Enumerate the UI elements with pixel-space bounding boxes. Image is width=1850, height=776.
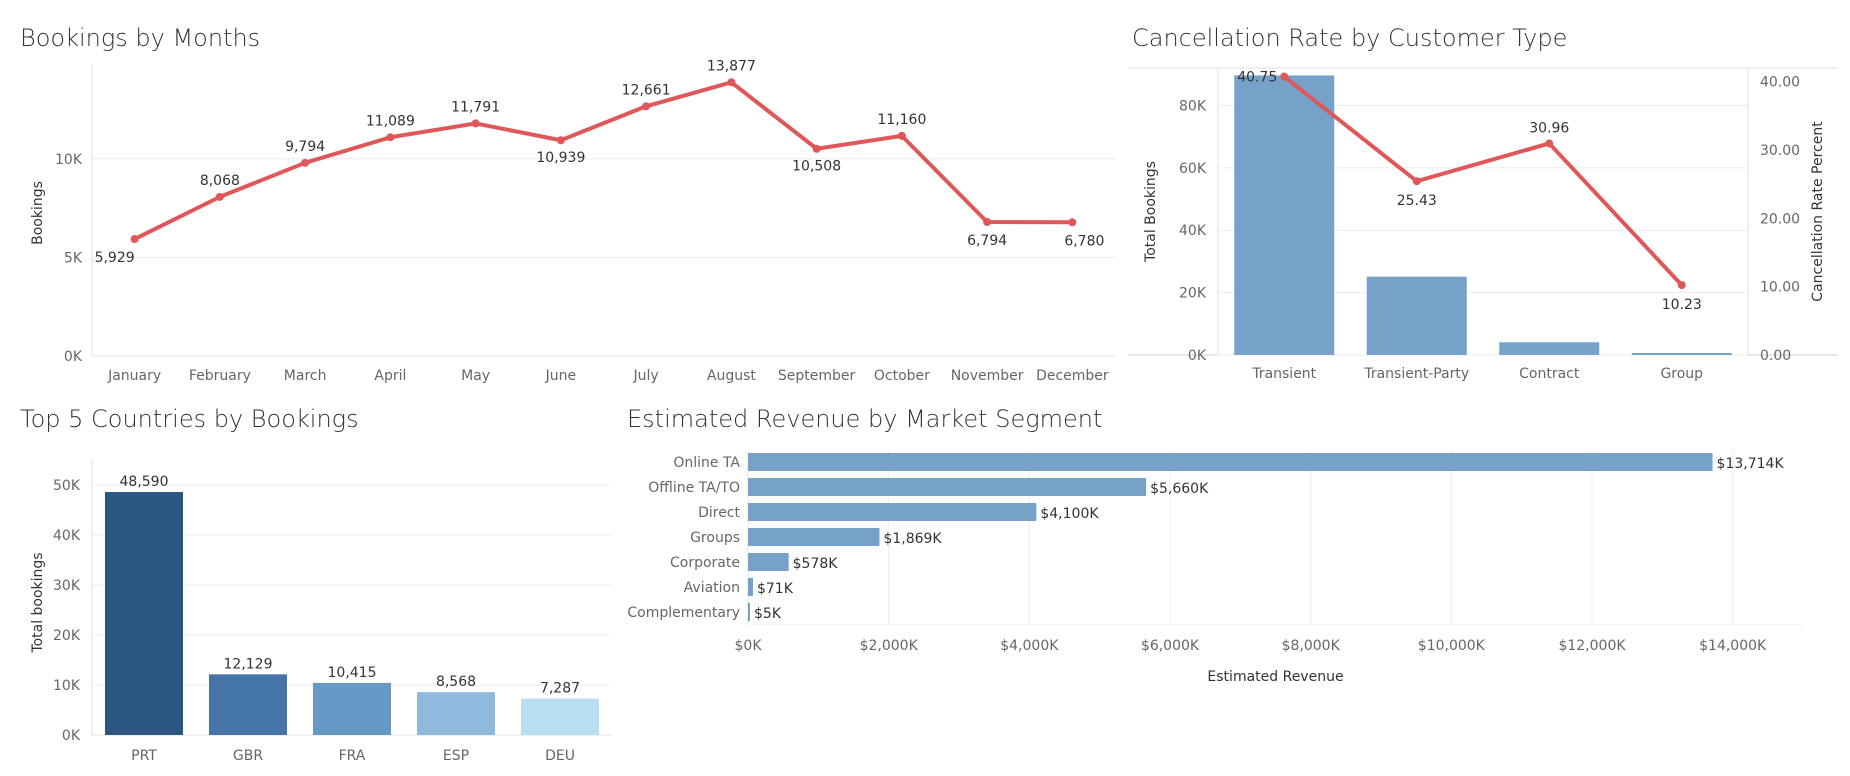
x-tick-label: $8,000K <box>1282 638 1341 654</box>
category-label: Groups <box>690 530 740 546</box>
x-tick-label: $10,000K <box>1418 638 1486 654</box>
x-tick-label: $14,000K <box>1699 638 1767 654</box>
bar <box>748 553 789 571</box>
category-label: Complementary <box>627 605 740 621</box>
data-label: $5,660K <box>1150 481 1209 497</box>
x-tick-label: $4,000K <box>1000 638 1059 654</box>
data-label: $4,100K <box>1040 506 1099 522</box>
bar <box>748 528 880 546</box>
bar <box>748 453 1713 471</box>
x-tick-label: $12,000K <box>1558 638 1626 654</box>
category-label: Online TA <box>673 455 740 471</box>
data-label: $1,869K <box>883 531 942 547</box>
x-tick-label: $2,000K <box>860 638 919 654</box>
data-label: $578K <box>793 556 839 572</box>
x-axis-title: Estimated Revenue <box>1207 669 1343 685</box>
x-tick-label: $0K <box>735 638 763 654</box>
x-tick-label: $6,000K <box>1141 638 1200 654</box>
category-label: Direct <box>698 505 740 521</box>
revenue-segment-chart: $0K $2,000K $4,000K $6,000K $8,000K $10,000K $… <box>627 450 1803 685</box>
category-label: Aviation <box>684 580 740 596</box>
category-label: Offline TA/TO <box>648 480 740 496</box>
bar <box>748 578 753 596</box>
data-label: $13,714K <box>1717 456 1785 472</box>
bar <box>748 603 750 621</box>
data-label: $5K <box>754 606 782 622</box>
category-label: Corporate <box>670 555 740 571</box>
bar <box>748 478 1147 496</box>
data-label: $71K <box>757 581 794 597</box>
bar <box>748 503 1037 521</box>
